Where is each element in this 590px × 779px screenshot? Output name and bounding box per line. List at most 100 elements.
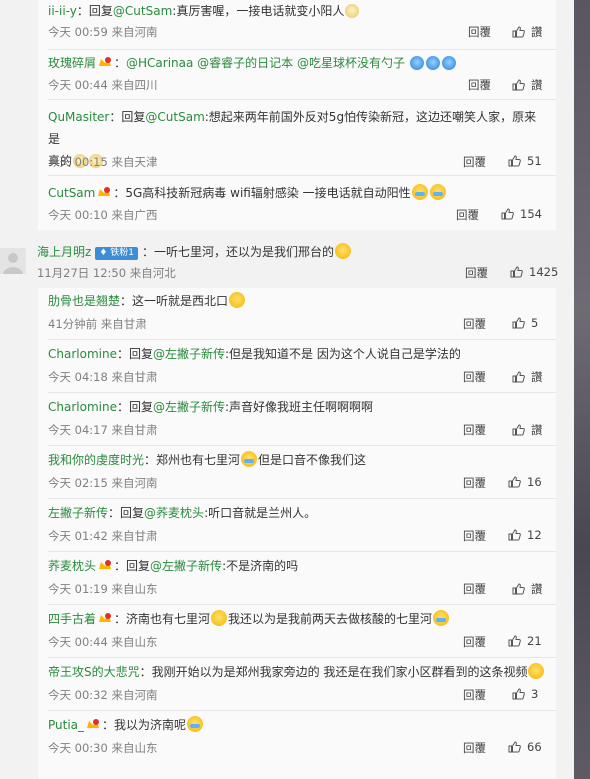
smile-emoji-icon [211,610,228,626]
username-link[interactable]: 我和你的虔度时光 [48,453,144,467]
crying-emoji-icon [411,184,428,200]
mention-link[interactable]: @CutSam [113,4,172,18]
reply-item: 左撇子新传：回复@荞麦枕头:听口音就是兰州人。 今天 01:42 来自甘肃 回覆 12 [48,502,556,552]
reply-button[interactable]: 回覆 [468,24,491,40]
like-button[interactable]: 讚 [512,369,543,385]
divider [48,710,556,711]
username-link[interactable]: 肋骨也是翘楚 [48,294,120,308]
mention-link[interactable]: @HCarinaa @睿睿子的日记本 @吃星球杯没有勺子 [126,56,405,70]
divider [48,392,556,393]
username-link[interactable]: 帝王攻S的大悲咒 [48,665,140,679]
mention-link[interactable]: @左撇子新传 [153,347,225,361]
smile-emoji-icon [229,292,246,308]
fan-badge-label: 铁粉1 [110,248,134,258]
thumbs-up-icon [512,371,525,383]
username-link[interactable]: 四手古着 [48,612,96,626]
username-link[interactable]: 海上月明z [37,245,91,259]
reply-button[interactable]: 回覆 [463,687,486,703]
reply-item: Charlomine：回复@左撇子新传:但是我知道不是 因为这个人说自己是学法的… [48,343,556,393]
username-link[interactable]: Charlomine [48,400,117,414]
mention-link[interactable]: @荞麦枕头 [144,506,204,520]
like-count: 讚 [531,423,543,437]
laughing-emoji-icon [335,243,352,259]
reply-item: 四手古着 ：济南也有七里河 我还以为是我前两天去做核酸的七里河 今天 00:44 来自… [48,608,556,658]
separator: ： [120,294,133,308]
reply-prefix: 回复 [88,4,113,18]
crying-emoji-icon [241,451,258,467]
like-button[interactable]: 1425 [510,265,558,279]
comment-meta: 今天 01:42 来自甘肃 [48,529,158,543]
divider [48,99,556,100]
comment-meta: 今天 04:18 来自甘肃 [48,370,158,384]
like-button[interactable]: 16 [508,475,542,489]
username-link[interactable]: Charlomine [48,347,117,361]
comment-text: 我以为济南呢 [114,718,187,732]
reply-button[interactable]: 回覆 [468,77,491,93]
like-button[interactable]: 51 [508,154,542,168]
avatar[interactable] [0,248,26,274]
like-button[interactable]: 讚 [512,77,543,93]
thumbs-up-icon [508,155,521,167]
comment-text: 我刚开始以为是郑州我家旁边的 我还是在我们家小区群看到的这条视频 [151,665,528,679]
comment-text: 一听七里河，还以为是我们邢台的 [154,245,335,259]
comment-meta: 今天 00:44 来自四川 [48,78,158,92]
like-button[interactable]: 66 [508,740,542,754]
crying-emoji-icon [429,184,446,200]
comment-meta: 今天 00:59 来自河南 [48,25,158,39]
like-count: 3 [531,687,539,701]
comment-text: :但是我知道不是 因为这个人说自己是学法的 [225,347,461,361]
main-comment: 海上月明z ♦ 铁粉1 ：一听七里河，还以为是我们邢台的 11月27日 12:50 … [0,242,568,284]
reply-button[interactable]: 回覆 [463,422,486,438]
separator: ： [114,612,127,626]
username-link[interactable]: Putia_ [48,718,84,732]
comment-text: 5G高科技新冠病毒 wifi辐射感染 一接电话就自动阳性 [125,186,411,200]
thumbs-up-icon [508,476,521,488]
thumbs-up-icon [510,266,523,278]
like-button[interactable]: 154 [501,207,542,221]
reply-button[interactable]: 回覆 [463,581,486,597]
username-link[interactable]: 左撇子新传 [48,506,108,520]
like-button[interactable]: 12 [508,528,542,542]
reply-item: 帝王攻S的大悲咒：我刚开始以为是郑州我家旁边的 我还是在我们家小区群看到的这条视… [48,661,556,711]
reply-item: 玫瑰碎屑 ：@HCarinaa @睿睿子的日记本 @吃星球杯没有勺子 今天 00:… [48,52,556,100]
reply-button[interactable]: 回覆 [463,369,486,385]
like-count: 讚 [531,582,543,596]
doraemon-emoji-icon [425,56,440,70]
reply-button[interactable]: 回覆 [463,634,486,650]
username-link[interactable]: 荞麦枕头 [48,559,96,573]
username-link[interactable]: CutSam [48,186,95,200]
comment-text: :真厉害喔，一接电话就变小阳人 [172,4,345,18]
separator: ： [139,665,152,679]
like-button[interactable]: 讚 [512,581,543,597]
mention-link[interactable]: @CutSam [145,110,204,124]
like-button[interactable]: 讚 [512,24,543,40]
mention-link[interactable]: @左撇子新传 [150,559,222,573]
reply-prefix: 回复 [120,506,145,520]
vip-badge-icon [97,183,111,196]
mention-link[interactable]: @左撇子新传 [153,400,225,414]
separator: ： [109,110,122,124]
username-link[interactable]: QuMasiter [48,110,109,124]
like-button[interactable]: 讚 [512,422,543,438]
doraemon-emoji-icon [441,56,456,70]
like-button[interactable]: 21 [508,634,542,648]
reply-button[interactable]: 回覆 [463,528,486,544]
like-count: 16 [527,475,542,489]
reply-button[interactable]: 回覆 [463,475,486,491]
next-reply-cutoff [38,770,556,779]
username-link[interactable]: ii-ii-y [48,4,77,18]
reply-button[interactable]: 回覆 [456,207,479,223]
reply-button[interactable]: 回覆 [463,740,486,756]
like-button[interactable]: 5 [512,316,538,330]
reply-item: Putia_ ：我以为济南呢 今天 00:30 来自山东 回覆 66 [48,714,556,764]
smile-emoji-icon [528,663,545,679]
reply-prefix: 回复 [128,347,153,361]
username-link[interactable]: 玫瑰碎屑 [48,56,96,70]
like-button[interactable]: 3 [512,687,538,701]
reply-button[interactable]: 回覆 [463,154,486,170]
thumbs-up-icon [512,79,525,91]
reply-button[interactable]: 回覆 [463,316,486,332]
reply-button[interactable]: 回覆 [465,265,488,281]
comment-text: :声音好像我班主任啊啊啊啊 [225,400,374,414]
separator: ： [116,400,129,414]
